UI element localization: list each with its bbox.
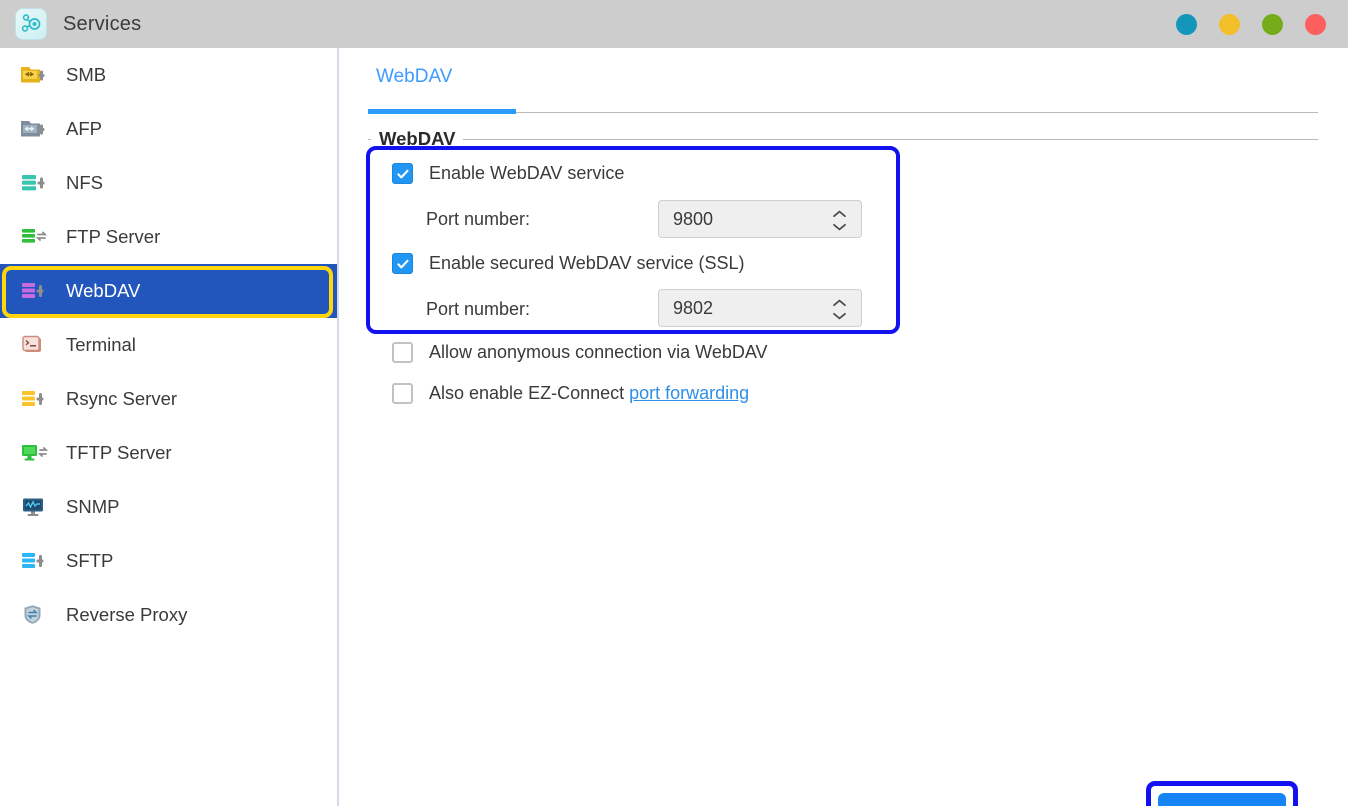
chevron-down-icon [833,312,846,320]
port-number-ssl-stepper[interactable]: 9802 [658,289,862,327]
sidebar-item-label: SFTP [66,550,114,571]
afp-folder-share-icon [18,114,52,144]
sidebar-item-label: Reverse Proxy [66,604,188,625]
snmp-monitor-icon [18,492,52,522]
services-window: Services SMB AFP NFS FTP Server WebDAV T… [0,0,1348,806]
minimize-button[interactable] [1219,13,1240,35]
sidebar-item-label: Rsync Server [66,388,178,409]
reverse-proxy-shield-icon [18,600,52,630]
ez-connect-text: Also enable EZ-Connect [429,383,630,403]
stepper-arrows[interactable] [832,201,847,239]
tab-webdav[interactable]: WebDAV [368,66,460,88]
port-number-ssl-label: Port number: [426,299,531,319]
sidebar-item-nfs[interactable]: NFS [0,156,337,210]
enable-secured-webdav-service-checkbox[interactable] [392,253,413,274]
tab-active-indicator [368,109,516,114]
sidebar-item-label: SNMP [66,496,120,517]
sidebar-item-label: NFS [66,172,103,193]
enable-webdav-service-checkbox[interactable] [392,163,413,184]
apply-button[interactable]: Apply [1158,793,1286,806]
allow-anonymous-connection-label: Allow anonymous connection via WebDAV [429,342,768,362]
webdav-server-icon [18,276,52,306]
sftp-server-icon [18,546,52,576]
sidebar-item-ftp-server[interactable]: FTP Server [0,210,337,264]
port-number-plain-label: Port number: [426,209,531,229]
enable-ez-connect-port-forwarding-row[interactable]: Also enable EZ-Connect port forwarding [392,383,749,404]
window-controls [1176,0,1326,48]
allow-anonymous-connection-row[interactable]: Allow anonymous connection via WebDAV [392,342,768,363]
tftp-server-icon [18,438,52,468]
sidebar-item-label: TFTP Server [66,442,172,463]
sidebar-item-rsync-server[interactable]: Rsync Server [0,372,337,426]
terminal-icon [18,330,52,360]
enable-ez-connect-port-forwarding-label: Also enable EZ-Connect port forwarding [429,383,749,404]
stepper-arrows[interactable] [832,290,847,328]
rsync-server-icon [18,384,52,414]
sidebar-item-afp[interactable]: AFP [0,102,337,156]
allow-anonymous-connection-checkbox[interactable] [392,342,413,363]
services-sidebar[interactable]: SMB AFP NFS FTP Server WebDAV Terminal R… [0,48,339,806]
sidebar-item-snmp[interactable]: SNMP [0,480,337,534]
enable-ez-connect-port-forwarding-checkbox[interactable] [392,383,413,404]
port-number-plain-value[interactable]: 9800 [673,209,713,230]
window-title: Services [63,12,142,35]
close-button[interactable] [1305,13,1326,35]
sidebar-item-label: WebDAV [66,280,141,301]
ftp-server-icon [18,222,52,252]
services-node-icon [15,8,47,40]
enable-secured-webdav-service-row[interactable]: Enable secured WebDAV service (SSL) [392,253,744,274]
sidebar-item-tftp-server[interactable]: TFTP Server [0,426,337,480]
port-number-plain-stepper[interactable]: 9800 [658,200,862,238]
enable-webdav-service-row[interactable]: Enable WebDAV service [392,163,624,184]
sidebar-item-label: AFP [66,118,102,139]
chevron-down-icon [833,223,846,231]
maximize-button[interactable] [1262,13,1283,35]
chevron-up-icon [833,209,846,217]
sidebar-item-reverse-proxy[interactable]: Reverse Proxy [0,588,337,642]
fieldset-legend: WebDAV [371,128,464,150]
sidebar-item-label: FTP Server [66,226,161,247]
port-forwarding-link[interactable]: port forwarding [629,383,749,403]
sidebar-item-webdav[interactable]: WebDAV [0,264,337,318]
port-number-ssl-row: Port number: [426,299,530,320]
nfs-server-icon [18,168,52,198]
sidebar-item-smb[interactable]: SMB [0,48,337,102]
sidebar-item-terminal[interactable]: Terminal [0,318,337,372]
info-button[interactable] [1176,13,1197,35]
tabstrip: WebDAV [341,58,1318,116]
sidebar-item-label: Terminal [66,334,136,355]
enable-secured-webdav-service-label: Enable secured WebDAV service (SSL) [429,253,745,273]
port-number-plain-row: Port number: [426,209,530,230]
sidebar-item-label: SMB [66,64,107,85]
window-titlebar: Services [0,0,1348,48]
main-content: WebDAV WebDAV Enable WebDAV service Port… [341,48,1348,806]
chevron-up-icon [833,298,846,306]
port-number-ssl-value[interactable]: 9802 [673,298,713,319]
enable-webdav-service-label: Enable WebDAV service [429,163,625,183]
smb-folder-share-icon [18,60,52,90]
sidebar-item-sftp[interactable]: SFTP [0,534,337,588]
